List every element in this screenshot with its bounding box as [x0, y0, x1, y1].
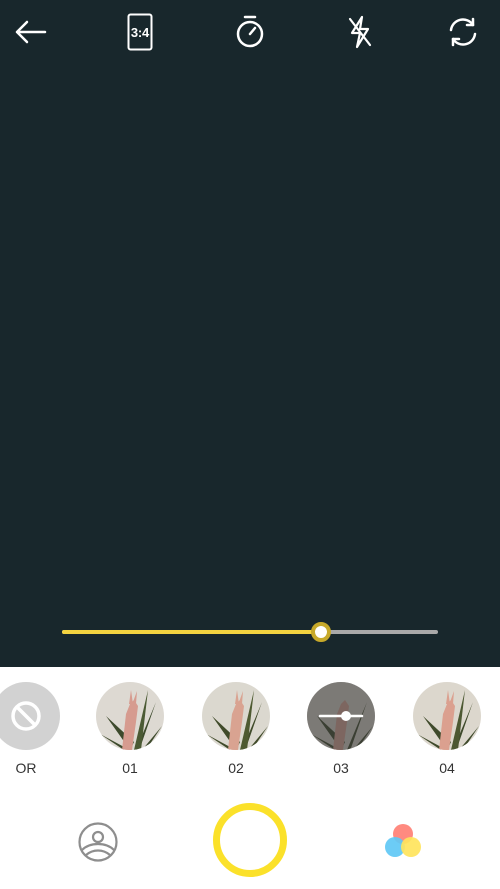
- flash-button[interactable]: [338, 10, 382, 54]
- filter-preview-image: [202, 682, 270, 750]
- filter-label: 01: [122, 760, 138, 776]
- flash-off-icon: [348, 15, 372, 49]
- filter-preview-image: [413, 682, 481, 750]
- filter-02[interactable]: 02: [201, 682, 271, 776]
- arrow-left-icon: [15, 20, 47, 44]
- filter-intensity-slider[interactable]: [62, 622, 438, 642]
- aspect-ratio-button[interactable]: 3:4: [118, 10, 162, 54]
- slider-fill: [62, 630, 322, 634]
- filter-original[interactable]: OR: [0, 682, 61, 776]
- filter-strip: OR 01 02 03 04: [0, 667, 500, 787]
- filter-label: 02: [228, 760, 244, 776]
- timer-button[interactable]: [228, 10, 272, 54]
- slider-thumb[interactable]: [311, 622, 332, 642]
- gallery-button[interactable]: [76, 820, 120, 864]
- timer-icon: [236, 15, 264, 48]
- filter-03[interactable]: 03: [306, 682, 376, 776]
- selected-overlay: [307, 682, 375, 750]
- gallery-icon: [78, 822, 118, 862]
- filter-thumbnail: [202, 682, 270, 750]
- aspect-ratio-label: 3:4: [130, 24, 150, 40]
- color-filter-icon: [385, 824, 421, 857]
- bottom-controls: [0, 787, 500, 889]
- color-filter-button[interactable]: [382, 820, 426, 864]
- filter-thumbnail: [0, 682, 60, 750]
- shutter-button[interactable]: [213, 803, 287, 877]
- adjust-icon: [318, 711, 364, 721]
- camera-viewfinder[interactable]: 3:4: [0, 0, 500, 667]
- filter-thumbnail: [96, 682, 164, 750]
- filter-04[interactable]: 04: [412, 682, 482, 776]
- no-filter-icon: [11, 701, 41, 731]
- filter-label: 03: [333, 760, 349, 776]
- switch-camera-icon: [449, 17, 477, 47]
- filter-label: 04: [439, 760, 455, 776]
- filter-thumbnail: [413, 682, 481, 750]
- back-button[interactable]: [9, 10, 53, 54]
- filter-label: OR: [15, 760, 37, 776]
- filter-preview-image: [96, 682, 164, 750]
- filter-thumbnail: [307, 682, 375, 750]
- filter-01[interactable]: 01: [95, 682, 165, 776]
- switch-camera-button[interactable]: [441, 10, 485, 54]
